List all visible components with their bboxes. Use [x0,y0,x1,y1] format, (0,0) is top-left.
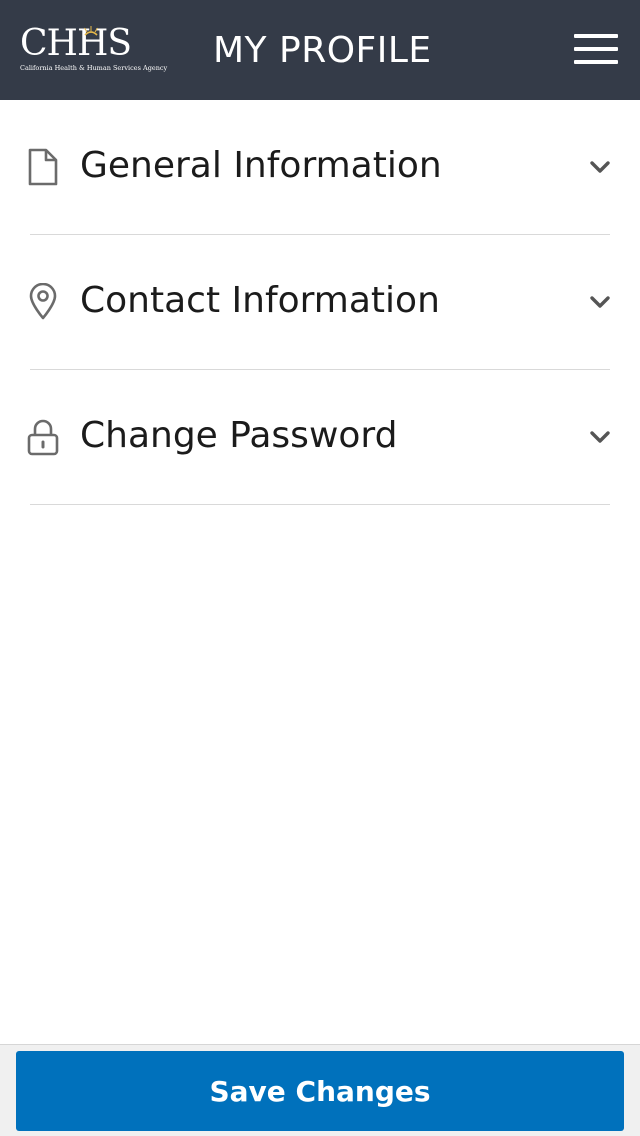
map-pin-icon [29,283,57,320]
save-changes-button[interactable]: Save Changes [16,1051,624,1131]
section-label: Change Password [80,415,398,456]
app-root: CHHS California Health & Human Services … [0,0,640,1136]
chevron-down-icon[interactable] [588,293,612,311]
section-change-password[interactable]: Change Password [0,370,640,505]
lock-icon [27,419,59,456]
header-bar: CHHS California Health & Human Services … [0,0,640,100]
menu-button[interactable] [574,34,620,64]
page-title: MY PROFILE [213,30,432,71]
sunburst-icon [84,26,98,36]
logo-text: CHHS [20,23,132,64]
chhs-logo[interactable]: CHHS California Health & Human Services … [20,23,167,76]
chevron-down-icon[interactable] [588,158,612,176]
profile-sections: General Information Contact Information [0,100,640,505]
section-label: General Information [80,145,442,186]
section-divider [30,504,610,505]
chevron-down-icon[interactable] [588,428,612,446]
document-icon [28,148,58,186]
logo-tagline: California Health & Human Services Agenc… [20,64,168,72]
footer-bar: Save Changes [0,1044,640,1136]
section-general-information[interactable]: General Information [0,100,640,235]
section-label: Contact Information [80,280,440,321]
section-contact-information[interactable]: Contact Information [0,235,640,370]
